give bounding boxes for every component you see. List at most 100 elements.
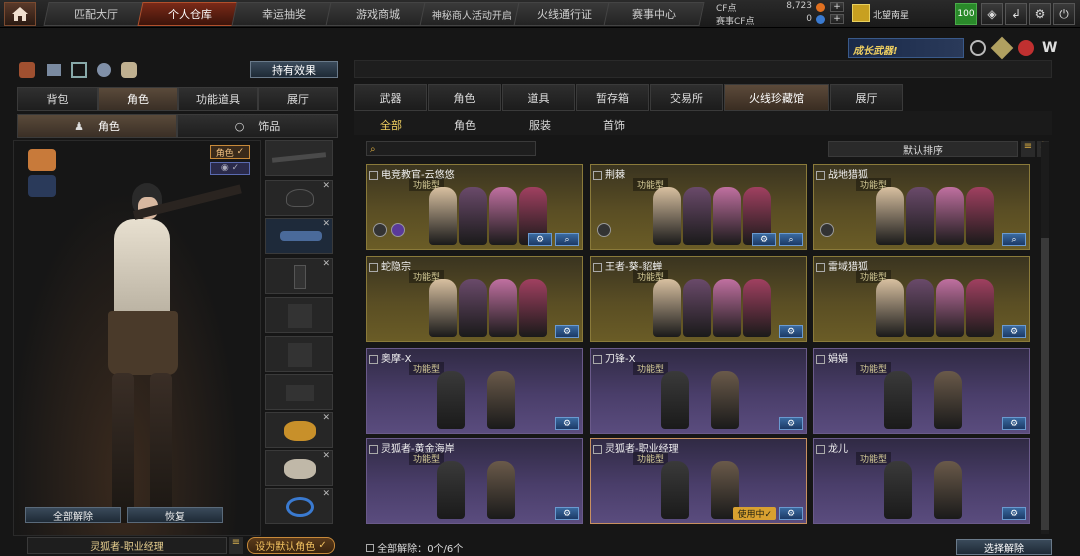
filter-costume[interactable]: 服装	[529, 117, 551, 133]
tab-match-hall[interactable]: 匹配大厅	[43, 2, 149, 26]
tab-storage[interactable]: 暂存箱	[576, 84, 649, 111]
list-icon[interactable]: ≡	[1021, 141, 1035, 157]
slot-armor[interactable]	[265, 297, 333, 333]
character-card[interactable]: 战地猎狐 功能型 ⌕	[813, 164, 1030, 250]
home-button[interactable]	[4, 2, 36, 26]
tab-backpack[interactable]: 背包	[17, 87, 98, 111]
character-portrait	[906, 187, 934, 245]
tab-lottery[interactable]: 幸运抽奖	[231, 2, 337, 26]
on-toggle-icon[interactable]	[19, 62, 35, 78]
search-button[interactable]: ⌕	[779, 233, 803, 246]
checkbox-icon[interactable]	[366, 544, 374, 552]
exit-icon[interactable]: ↲	[1005, 3, 1027, 25]
character-card[interactable]: 刀锋-X 功能型 ⚙	[590, 348, 807, 434]
restore-button[interactable]: 恢复	[127, 507, 223, 523]
tab-characters[interactable]: 角色	[428, 84, 501, 111]
emblem-icon[interactable]	[970, 40, 986, 56]
refresh-icon[interactable]	[71, 62, 87, 78]
tab-items[interactable]: 道具	[502, 84, 575, 111]
character-card[interactable]: 电竞教官-云悠悠 功能型 ⚙ ⌕	[366, 164, 583, 250]
tab-warehouse[interactable]: 个人仓库	[137, 2, 243, 26]
scrollbar-thumb[interactable]	[1041, 238, 1049, 530]
tab-weapons[interactable]: 武器	[354, 84, 427, 111]
badge-icon[interactable]	[990, 36, 1014, 60]
preview-button[interactable]: ⚙	[1002, 507, 1026, 520]
menu-icon[interactable]: ≡	[229, 537, 243, 554]
tab-collection[interactable]: 火线珍藏馆	[724, 84, 829, 111]
preview-button[interactable]: ⚙	[555, 507, 579, 520]
growth-weapon-banner[interactable]: 成长武器!	[848, 38, 964, 58]
slot-vest[interactable]	[265, 336, 333, 372]
preview-button[interactable]: ⚙	[779, 325, 803, 338]
character-card[interactable]: 奥摩-X 功能型 ⚙	[366, 348, 583, 434]
preview-alt-icon[interactable]	[28, 175, 56, 197]
tab-mystery-merchant[interactable]: 神秘商人活动开启	[419, 2, 525, 26]
character-card[interactable]: 王者-葵-貂蝉 功能型 ⚙	[590, 256, 807, 342]
search-button[interactable]: ⌕	[1002, 233, 1026, 246]
tab-functional-items[interactable]: 功能道具	[178, 87, 258, 111]
preview-button[interactable]: ⚙	[555, 325, 579, 338]
scrollbar[interactable]	[1041, 142, 1049, 534]
close-icon[interactable]: ✕	[322, 259, 330, 269]
sort-dropdown[interactable]: 默认排序	[828, 141, 1018, 157]
slot-radio[interactable]: ✕	[265, 258, 333, 294]
tab-battle-pass[interactable]: 火线通行证	[513, 2, 615, 26]
slot-gloves[interactable]: ✕	[265, 412, 333, 448]
character-card[interactable]: 蛇隐宗 功能型 ⚙	[366, 256, 583, 342]
filter-character[interactable]: 角色	[454, 117, 476, 133]
add-cf-button[interactable]: +	[830, 2, 844, 12]
slot-glasses[interactable]: ✕	[265, 218, 333, 254]
search-input[interactable]: ⌕	[366, 141, 536, 156]
shield-icon[interactable]: ◈	[981, 3, 1003, 25]
medal-icon[interactable]	[1018, 40, 1034, 56]
tab-showroom[interactable]: 展厅	[258, 87, 338, 111]
character-card[interactable]: 龙儿 功能型 ⚙	[813, 438, 1030, 524]
tab-shop[interactable]: 游戏商城	[325, 2, 431, 26]
subtab-accessory[interactable]: ○ 饰品	[177, 114, 338, 138]
preview-button[interactable]: ⚙	[779, 417, 803, 430]
character-card[interactable]: 灵狐者-黄金海岸 功能型 ⚙	[366, 438, 583, 524]
eye-toggle[interactable]: ◉ ✓	[210, 162, 250, 175]
stats-icon[interactable]	[47, 64, 61, 76]
power-icon[interactable]: ⏻	[1053, 3, 1075, 25]
effects-button[interactable]: 持有效果	[250, 61, 338, 78]
close-icon[interactable]: ✕	[322, 489, 330, 499]
add-event-cf-button[interactable]: +	[830, 14, 844, 24]
role-toggle[interactable]: 角色 ✓	[210, 145, 250, 159]
bag-icon[interactable]	[121, 62, 137, 78]
subtab-character[interactable]: ♟ 角色	[17, 114, 177, 138]
gear-icon[interactable]: ⚙	[1029, 3, 1051, 25]
slot-weapon[interactable]	[265, 140, 333, 176]
close-icon[interactable]: ✕	[322, 451, 330, 461]
preview-mode-icon[interactable]	[28, 149, 56, 171]
w-logo-icon[interactable]: W	[1042, 40, 1060, 56]
preview-button[interactable]: ⚙	[555, 417, 579, 430]
preview-button[interactable]: ⚙	[528, 233, 552, 246]
preview-button[interactable]: ⚙	[1002, 417, 1026, 430]
preview-button[interactable]: ⚙	[752, 233, 776, 246]
character-card[interactable]: 雷域猎狐 功能型 ⚙	[813, 256, 1030, 342]
preview-button[interactable]: ⚙	[779, 507, 803, 520]
character-card[interactable]: 荆棘 功能型 ⚙ ⌕	[590, 164, 807, 250]
slot-boots[interactable]: ✕	[265, 450, 333, 486]
character-card[interactable]: 娟娟 功能型 ⚙	[813, 348, 1030, 434]
slot-accessory[interactable]: ✕	[265, 488, 333, 524]
close-icon[interactable]: ✕	[322, 181, 330, 191]
search-button[interactable]: ⌕	[555, 233, 579, 246]
preview-button[interactable]: ⚙	[1002, 325, 1026, 338]
set-default-button[interactable]: 设为默认角色 ✓	[247, 537, 335, 554]
filter-jewelry[interactable]: 首饰	[603, 117, 625, 133]
tab-exhibit[interactable]: 展厅	[830, 84, 903, 111]
character-card[interactable]: 灵狐者-职业经理 功能型 使用中✓ ⚙	[590, 438, 807, 524]
select-unequip-button[interactable]: 选择解除	[956, 539, 1052, 555]
slot-hat[interactable]: ✕	[265, 180, 333, 216]
unequip-all-button[interactable]: 全部解除	[25, 507, 121, 523]
tab-exchange[interactable]: 交易所	[650, 84, 723, 111]
tab-event-center[interactable]: 赛事中心	[603, 2, 705, 26]
slot-belt[interactable]	[265, 374, 333, 410]
tab-character[interactable]: 角色	[98, 87, 178, 111]
close-icon[interactable]: ✕	[322, 413, 330, 423]
filter-all[interactable]: 全部	[380, 117, 402, 133]
user-icon[interactable]	[97, 63, 111, 77]
close-icon[interactable]: ✕	[322, 219, 330, 229]
